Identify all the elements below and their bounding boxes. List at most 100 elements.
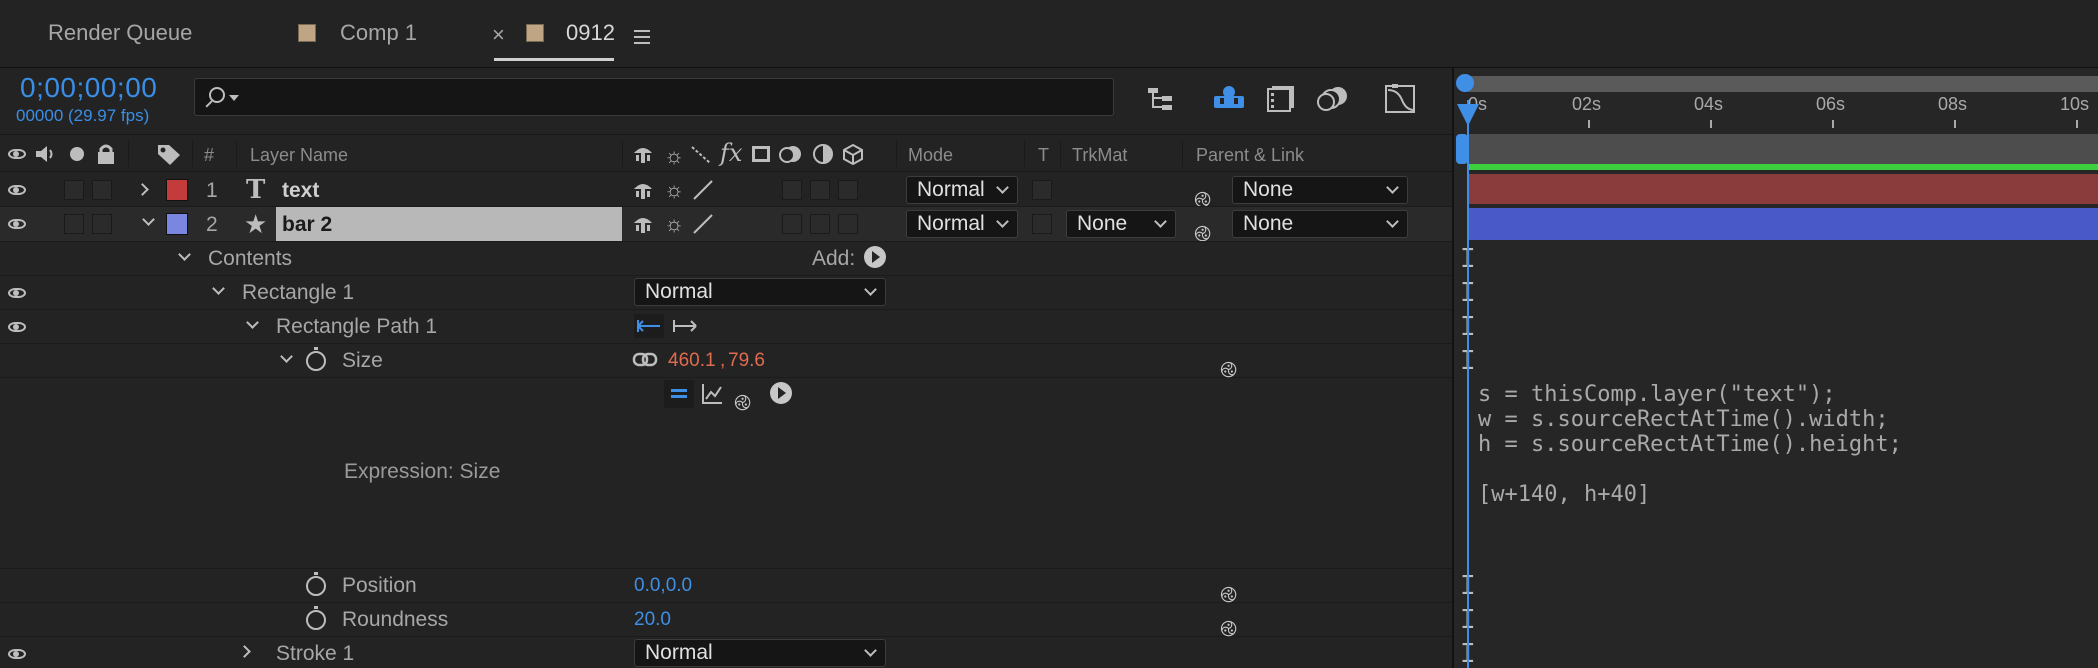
collapse-group-icon[interactable]: [246, 316, 259, 329]
stopwatch-icon[interactable]: [306, 572, 326, 596]
size-y-value[interactable]: 79.6: [728, 350, 765, 372]
layer-duration-bar-text[interactable]: [1468, 174, 2098, 204]
motion-blur-icon[interactable]: [1316, 84, 1350, 117]
path-direction-normal-icon[interactable]: [670, 314, 700, 343]
collapse-switch-icon[interactable]: ☼: [664, 211, 684, 237]
expand-group-icon[interactable]: [238, 645, 251, 658]
close-tab-icon[interactable]: ×: [492, 22, 505, 48]
lock-toggle[interactable]: [92, 214, 112, 234]
preserve-transparency-toggle[interactable]: [1032, 180, 1052, 200]
panel-menu-icon[interactable]: [634, 30, 650, 44]
active-tab-underline: [494, 58, 614, 61]
group-blend-mode-dropdown[interactable]: Normal: [634, 278, 886, 306]
tab-0912[interactable]: 0912: [566, 20, 615, 46]
visibility-toggle-icon[interactable]: [8, 322, 26, 332]
chevron-down-icon: [1386, 181, 1399, 194]
blend-mode-dropdown[interactable]: Normal: [906, 176, 1018, 204]
switch-box[interactable]: [782, 180, 802, 200]
composition-flowchart-icon[interactable]: [1146, 86, 1180, 117]
layer-duration-bar-bar-2[interactable]: [1468, 208, 2098, 240]
visibility-toggle-icon[interactable]: [8, 649, 26, 659]
roundness-value[interactable]: 20.0: [634, 609, 671, 631]
switch-box[interactable]: [782, 214, 802, 234]
visibility-toggle-icon[interactable]: [8, 185, 26, 195]
expression-editor[interactable]: s = thisComp.layer("text"); w = s.source…: [1478, 382, 2088, 564]
solo-toggle[interactable]: [64, 214, 84, 234]
blend-mode-dropdown[interactable]: Normal: [906, 210, 1018, 238]
row-divider: [0, 206, 1452, 207]
property-row-position[interactable]: Position 0.0,0.0 ࿋: [0, 569, 1452, 607]
solo-toggle[interactable]: [64, 180, 84, 200]
playhead-handle[interactable]: [1457, 104, 1479, 126]
quality-switch-icon[interactable]: [692, 179, 714, 206]
preserve-transparency-toggle[interactable]: [1032, 214, 1052, 234]
property-row-roundness[interactable]: Roundness 20.0 ࿋: [0, 603, 1452, 641]
search-dropdown-icon[interactable]: [229, 95, 239, 101]
current-time-display[interactable]: 0;00;00;00: [20, 72, 157, 104]
effects-switch-icon: fx: [720, 139, 743, 167]
switch-box[interactable]: [838, 180, 858, 200]
visibility-toggle-icon[interactable]: [8, 219, 26, 229]
collapse-group-icon[interactable]: [212, 282, 225, 295]
playhead-line[interactable]: [1467, 100, 1469, 668]
column-separator: [1182, 141, 1183, 167]
3d-layer-switch-icon: [842, 143, 864, 170]
video-visibility-column-icon: [8, 149, 26, 159]
visibility-toggle-icon[interactable]: [8, 288, 26, 298]
layer-name[interactable]: text: [282, 179, 319, 203]
graph-editor-icon[interactable]: [1384, 82, 1418, 119]
collapse-switch-icon[interactable]: ☼: [664, 177, 684, 203]
label-column-icon: [156, 141, 182, 170]
shy-switch-icon[interactable]: [632, 213, 654, 240]
property-row-contents[interactable]: Contents Add:: [0, 242, 1452, 276]
track-matte-dropdown[interactable]: None: [1066, 210, 1176, 238]
tab-comp-1[interactable]: Comp 1: [340, 20, 417, 46]
parent-dropdown[interactable]: None: [1232, 210, 1408, 238]
search-icon-handle: [205, 100, 213, 108]
time-ruler[interactable]: 0s 02s 04s 06s 08s 10s: [1468, 94, 2098, 132]
column-separator: [622, 141, 623, 167]
collapse-layer-icon[interactable]: [142, 213, 155, 226]
parent-dropdown[interactable]: None: [1232, 176, 1408, 204]
layer-row-selected[interactable]: 2 ★ bar 2 ☼ Normal None ࿋ None: [0, 207, 1452, 246]
switch-box[interactable]: [810, 214, 830, 234]
expression-graph-icon[interactable]: [700, 382, 724, 411]
tab-render-queue[interactable]: Render Queue: [48, 20, 192, 46]
shape-layer-star-icon: ★: [244, 209, 268, 239]
property-row-rectangle-path-1[interactable]: Rectangle Path 1: [0, 310, 1452, 344]
layer-row[interactable]: 1 T text ☼ Normal ࿋ None: [0, 173, 1452, 212]
blend-mode-value: Normal: [917, 178, 985, 201]
stroke-blend-mode-dropdown[interactable]: Normal: [634, 639, 886, 667]
column-layer-name-header[interactable]: Layer Name: [250, 145, 348, 166]
collapse-property-icon[interactable]: [280, 350, 293, 363]
property-row-rectangle-1[interactable]: Rectangle 1 Normal: [0, 276, 1452, 310]
property-row-stroke-1[interactable]: Stroke 1 Normal: [0, 637, 1452, 668]
work-area-bar[interactable]: [1468, 134, 2098, 164]
lock-toggle[interactable]: [92, 180, 112, 200]
time-navigator-bar[interactable]: [1462, 76, 2098, 92]
path-direction-reversed-icon[interactable]: [634, 314, 664, 343]
add-shape-button[interactable]: [864, 246, 886, 268]
quality-switch-icon[interactable]: [692, 213, 714, 240]
layer-name[interactable]: bar 2: [282, 213, 332, 237]
stopwatch-icon[interactable]: [306, 347, 326, 371]
layer-search-input[interactable]: [194, 78, 1114, 116]
frame-blending-icon[interactable]: [1264, 84, 1296, 117]
expression-language-menu-button[interactable]: [770, 382, 792, 404]
collapse-group-icon[interactable]: [178, 248, 191, 261]
draft-3d-icon[interactable]: [1212, 84, 1246, 117]
layer-label-color[interactable]: [166, 213, 188, 235]
constrain-proportions-link-icon[interactable]: [632, 350, 658, 375]
shy-switch-icon[interactable]: [632, 179, 654, 206]
time-navigator-start-handle[interactable]: [1456, 74, 1474, 92]
stopwatch-icon[interactable]: [306, 606, 326, 630]
expand-layer-icon[interactable]: [136, 183, 149, 196]
size-x-value[interactable]: 460.1: [668, 350, 716, 372]
expression-pick-whip-icon[interactable]: ࿋: [734, 378, 751, 440]
enable-expression-toggle[interactable]: [664, 380, 694, 408]
switch-box[interactable]: [838, 214, 858, 234]
switch-box[interactable]: [810, 180, 830, 200]
property-row-size[interactable]: Size 460.1 , 79.6 ࿋: [0, 344, 1452, 382]
position-value[interactable]: 0.0,0.0: [634, 575, 692, 597]
layer-label-color[interactable]: [166, 179, 188, 201]
